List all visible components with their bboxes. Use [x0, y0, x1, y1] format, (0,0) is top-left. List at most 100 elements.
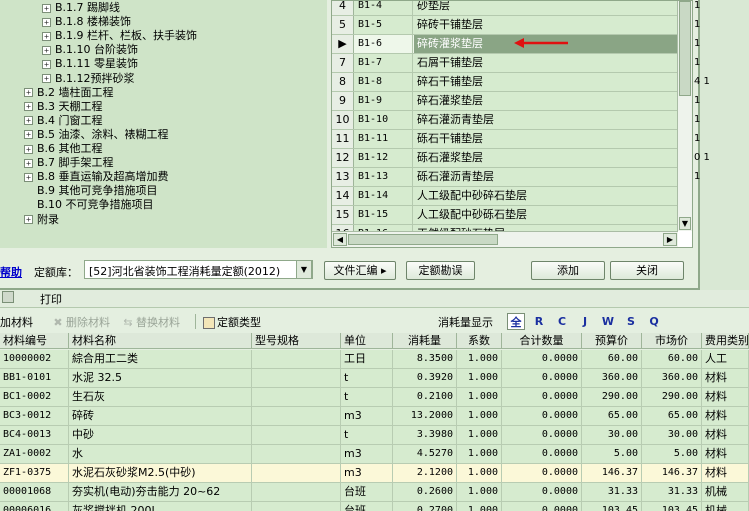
quota-row[interactable]: ▶ B1-6 碎砖灌浆垫层 [332, 35, 678, 54]
table-cell[interactable]: 1.000 [457, 369, 502, 387]
delete-material-button[interactable]: ✖ 删除材料 [52, 314, 110, 330]
table-cell[interactable]: 台班 [341, 502, 393, 511]
table-cell[interactable]: 0.0000 [502, 445, 582, 463]
tree-item[interactable]: + 附录 [24, 213, 59, 227]
quota-row[interactable]: 15 B1-15 人工级配中砂砾石垫层 [332, 206, 678, 225]
table-cell[interactable]: 0.0000 [502, 350, 582, 368]
file-collection-button[interactable]: 文件汇编 ▸ [324, 261, 396, 280]
table-cell[interactable]: 1.000 [457, 388, 502, 406]
table-cell[interactable]: 0.0000 [502, 369, 582, 387]
expand-icon[interactable]: + [24, 116, 33, 126]
table-cell[interactable]: 290.00 [642, 388, 702, 406]
table-cell[interactable]: 290.00 [582, 388, 642, 406]
tree-item[interactable]: + B.6 其他工程 [24, 142, 103, 156]
table-cell[interactable]: 机械 [702, 483, 749, 501]
quota-row[interactable]: 9 B1-9 碎石灌浆垫层 [332, 92, 678, 111]
table-cell[interactable]: 60.00 [642, 350, 702, 368]
table-row[interactable]: 00001068 夯实机(电动)夯击能力 20~62 台班 0.2600 1.000 0.… [0, 483, 749, 502]
expand-icon[interactable]: + [42, 3, 51, 13]
table-cell[interactable]: 2.1200 [393, 464, 457, 482]
help-link[interactable]: 帮助 [0, 264, 22, 280]
table-cell[interactable]: 机械 [702, 502, 749, 511]
display-filter-全[interactable]: 全 [507, 313, 525, 330]
table-cell[interactable]: 30.00 [582, 426, 642, 444]
table-cell[interactable]: 5.00 [642, 445, 702, 463]
expand-icon[interactable]: + [24, 130, 33, 140]
table-cell[interactable]: 103.45 [582, 502, 642, 511]
table-cell[interactable]: m3 [341, 445, 393, 463]
table-cell[interactable]: 1.000 [457, 426, 502, 444]
table-cell[interactable]: 1.000 [457, 464, 502, 482]
table-cell[interactable] [252, 464, 341, 482]
table-cell[interactable]: 8.3500 [393, 350, 457, 368]
quota-row[interactable]: 10 B1-10 碎石灌沥青垫层 [332, 111, 678, 130]
display-filter-S[interactable]: S [622, 313, 640, 330]
table-cell[interactable]: 綜合用工二类 [69, 350, 252, 368]
table-cell[interactable] [252, 426, 341, 444]
expand-icon[interactable]: + [24, 88, 33, 98]
quota-row[interactable]: 7 B1-7 石屑干铺垫层 [332, 54, 678, 73]
table-cell[interactable]: 00001068 [0, 483, 69, 501]
table-cell[interactable] [252, 350, 341, 368]
quota-row[interactable]: 14 B1-14 人工级配中砂碎石垫层 [332, 187, 678, 206]
table-cell[interactable] [252, 445, 341, 463]
quota-row[interactable]: 12 B1-12 砾石灌浆垫层 [332, 149, 678, 168]
expand-icon[interactable]: + [24, 215, 33, 224]
expand-icon[interactable]: + [42, 59, 51, 69]
tree-item[interactable]: + B.1.12预拌砂浆 [42, 72, 135, 86]
table-cell[interactable]: 灰浆搅拌机 200L [69, 502, 252, 511]
table-cell[interactable]: 1.000 [457, 445, 502, 463]
vertical-scrollbar[interactable]: ▼ [677, 1, 692, 231]
table-cell[interactable]: t [341, 426, 393, 444]
tree-item[interactable]: B.10 不可竞争措施项目 [24, 198, 154, 212]
table-cell[interactable] [252, 502, 341, 511]
quota-row[interactable]: 5 B1-5 碎砖干铺垫层 [332, 16, 678, 35]
table-cell[interactable]: 材料 [702, 426, 749, 444]
table-cell[interactable]: 中砂 [69, 426, 252, 444]
print-label[interactable]: 打印 [40, 291, 62, 307]
tree-item[interactable]: + B.4 门窗工程 [24, 114, 103, 128]
table-cell[interactable]: ZF1-0375 [0, 464, 69, 482]
table-cell[interactable]: 材料 [702, 407, 749, 425]
table-cell[interactable]: 65.00 [582, 407, 642, 425]
table-cell[interactable]: 台班 [341, 483, 393, 501]
scroll-thumb-horizontal[interactable] [348, 234, 498, 245]
table-row[interactable]: BC1-0002 生石灰 t 0.2100 1.000 0.0000 290.00 290.0… [0, 388, 749, 407]
expand-icon[interactable]: + [24, 172, 33, 182]
table-cell[interactable]: 1.000 [457, 350, 502, 368]
display-filter-W[interactable]: W [599, 313, 617, 330]
tree-item[interactable]: + B.1.8 楼梯装饰 [42, 15, 131, 29]
quota-row[interactable]: 8 B1-8 碎石干铺垫层 [332, 73, 678, 92]
table-cell[interactable] [252, 388, 341, 406]
tree-item[interactable]: + B.5 油漆、涂料、裱糊工程 [24, 128, 169, 142]
print-icon[interactable] [2, 291, 14, 303]
tree-item[interactable]: + B.2 墙柱面工程 [24, 86, 114, 100]
tree-item[interactable]: + B.3 天棚工程 [24, 100, 103, 114]
table-cell[interactable]: 360.00 [642, 369, 702, 387]
expand-icon[interactable]: + [42, 45, 51, 55]
expand-icon[interactable]: + [24, 158, 33, 168]
expand-icon[interactable]: + [42, 31, 51, 41]
column-header[interactable]: 单位 [341, 333, 393, 348]
table-cell[interactable]: 0.0000 [502, 464, 582, 482]
table-cell[interactable]: 4.5270 [393, 445, 457, 463]
table-cell[interactable]: m3 [341, 407, 393, 425]
table-cell[interactable]: 材料 [702, 369, 749, 387]
replace-material-button[interactable]: ⇆ 替换材料 [122, 314, 180, 330]
table-cell[interactable]: 0.0000 [502, 483, 582, 501]
column-header[interactable]: 费用类别 [702, 333, 749, 348]
tree-item[interactable]: B.9 其他可竞争措施项目 [24, 184, 158, 198]
table-cell[interactable]: 31.33 [642, 483, 702, 501]
expand-icon[interactable]: + [42, 17, 51, 27]
display-filter-C[interactable]: C [553, 313, 571, 330]
table-cell[interactable]: 0.2600 [393, 483, 457, 501]
quota-row[interactable]: 4 B1-4 砂垫层 [332, 1, 678, 16]
table-cell[interactable]: ZA1-0002 [0, 445, 69, 463]
table-cell[interactable]: BC3-0012 [0, 407, 69, 425]
expand-icon[interactable]: + [42, 74, 51, 83]
tree-item[interactable]: + B.1.9 栏杆、栏板、扶手装饰 [42, 29, 197, 43]
quota-row[interactable]: 11 B1-11 砾石干铺垫层 [332, 130, 678, 149]
column-header[interactable]: 系数 [457, 333, 502, 348]
table-cell[interactable] [252, 407, 341, 425]
table-cell[interactable]: t [341, 388, 393, 406]
